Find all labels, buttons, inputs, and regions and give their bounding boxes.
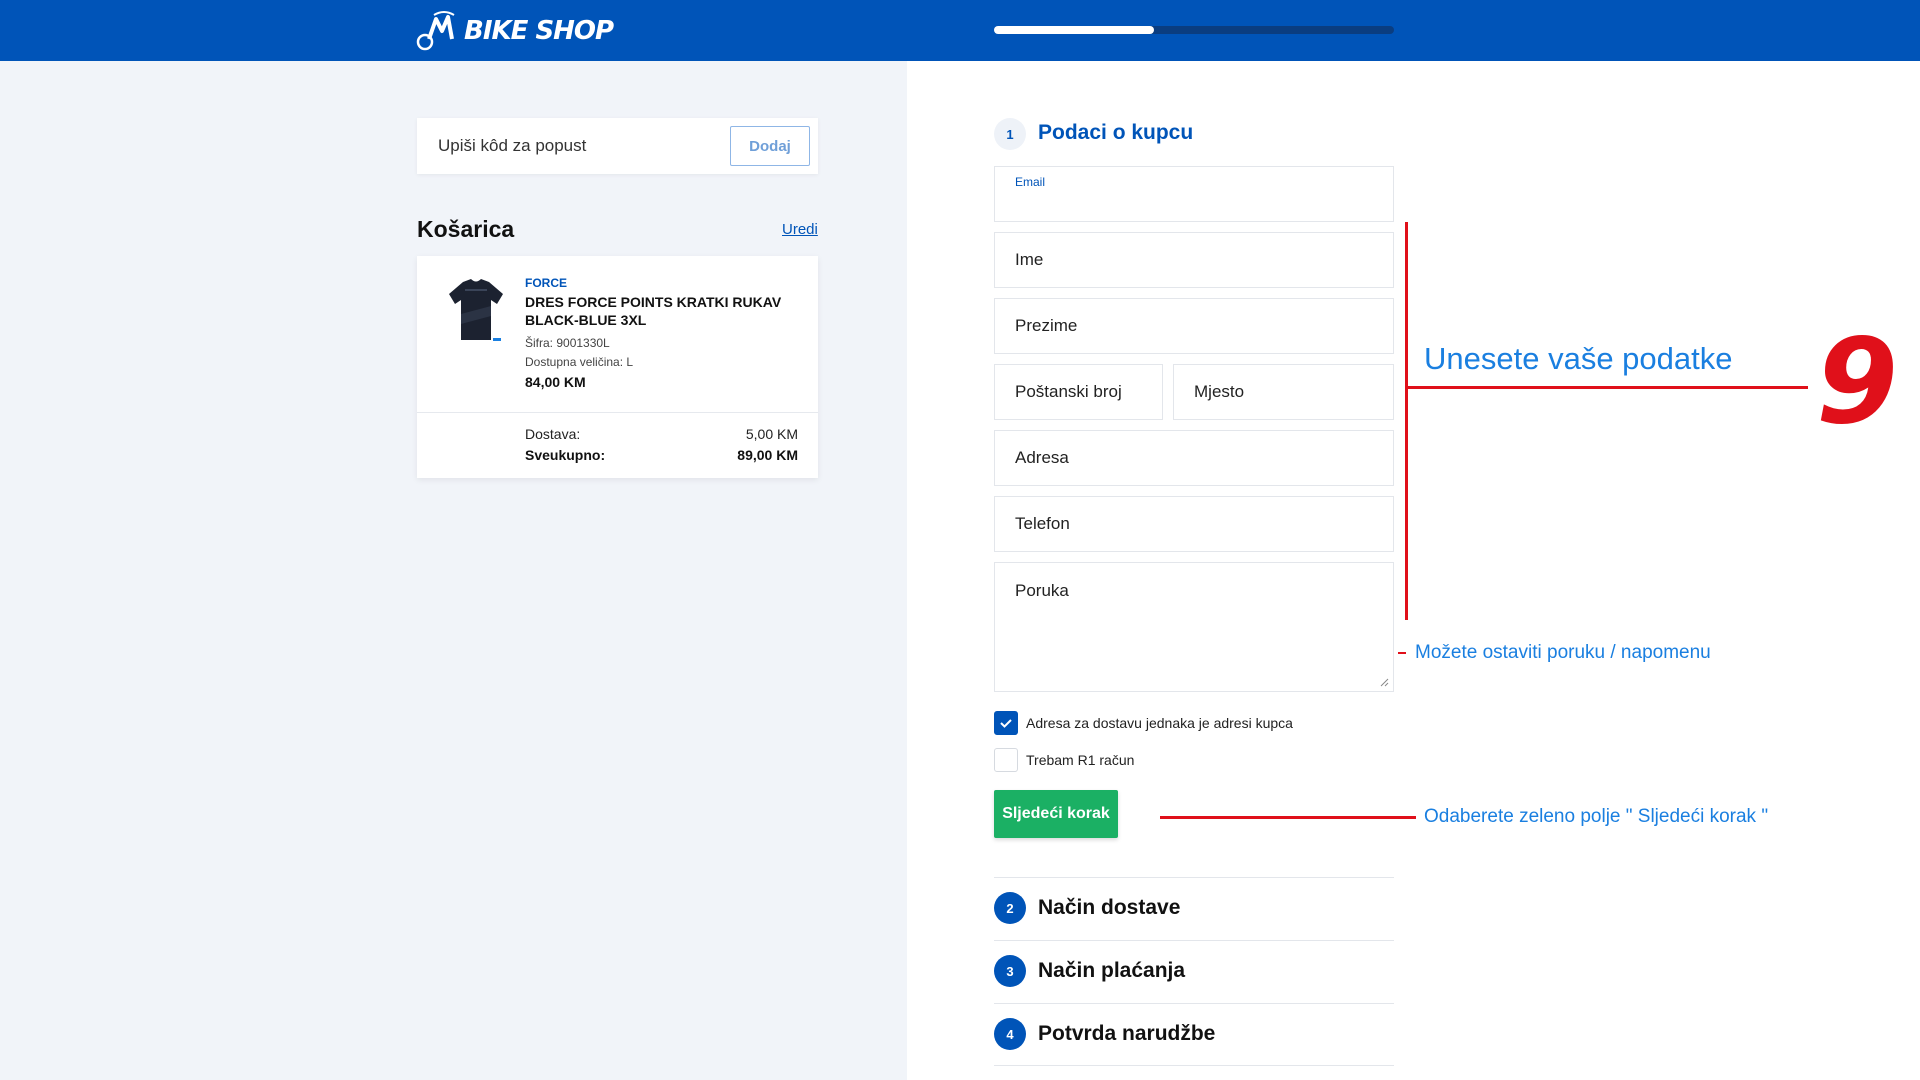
checkout-progress-fill [994, 26, 1154, 34]
cart-item-card: FORCE DRES FORCE POINTS KRATKI RUKAV BLA… [417, 256, 818, 478]
annotation-step-number: 9 [1816, 312, 1899, 450]
r1-invoice-label[interactable]: Trebam R1 račun [1026, 752, 1134, 768]
postal-code-input[interactable] [995, 365, 1162, 419]
step-4-title[interactable]: Potvrda narudžbe [1038, 1022, 1215, 1046]
step-separator [994, 1003, 1394, 1004]
city-input[interactable] [1174, 365, 1393, 419]
shipping-value: 5,00 KM [745, 426, 798, 442]
address-input[interactable] [995, 431, 1393, 485]
coupon-code-input[interactable] [417, 118, 717, 174]
annotation-enter-data: Unesete vaše podatke [1424, 341, 1733, 376]
resize-grip-icon[interactable] [1379, 677, 1389, 687]
total-value: 89,00 KM [737, 447, 798, 463]
step-separator [994, 940, 1394, 941]
jersey-thumbnail[interactable] [445, 276, 507, 346]
city-box [1173, 364, 1394, 420]
top-bar: BIKE SHOP [0, 0, 1920, 61]
annotation-message-tick [1398, 652, 1406, 654]
checkmark-icon [1000, 719, 1012, 728]
last-name-box [994, 298, 1394, 354]
shipping-label: Dostava: [525, 426, 581, 442]
address-box [994, 430, 1394, 486]
step-separator [994, 1065, 1394, 1066]
product-name[interactable]: DRES FORCE POINTS KRATKI RUKAV BLACK-BLU… [525, 293, 795, 329]
edit-cart-link[interactable]: Uredi [782, 221, 818, 238]
r1-invoice-checkbox[interactable] [994, 748, 1018, 772]
step-2-title[interactable]: Način dostave [1038, 896, 1180, 920]
cart-divider [417, 412, 818, 413]
step-separator [994, 877, 1394, 878]
message-box [994, 562, 1394, 692]
step-3-number: 3 [994, 955, 1026, 987]
delivery-same-checkbox[interactable] [994, 711, 1018, 735]
add-coupon-button[interactable]: Dodaj [730, 126, 810, 166]
first-name-input[interactable] [995, 233, 1393, 287]
product-brand: FORCE [525, 276, 567, 290]
last-name-input[interactable] [995, 299, 1393, 353]
step-1-title: Podaci o kupcu [1038, 121, 1194, 144]
order-summary-pane [0, 61, 907, 1080]
message-textarea[interactable] [995, 563, 1393, 691]
annotation-next-note: Odaberete zeleno polje " Sljedeći korak … [1424, 806, 1769, 827]
shop-logo[interactable]: BIKE SHOP [416, 8, 614, 54]
phone-box [994, 496, 1394, 552]
annotation-next-line [1160, 816, 1416, 819]
annotation-pointer-line [1408, 386, 1808, 389]
logo-text: BIKE SHOP [464, 16, 614, 46]
checkout-progress-bar [994, 26, 1394, 34]
step-2-number: 2 [994, 892, 1026, 924]
first-name-box [994, 232, 1394, 288]
cart-title: Košarica [417, 216, 515, 242]
coupon-box: Dodaj [417, 118, 818, 174]
phone-input[interactable] [995, 497, 1393, 551]
step-3-title[interactable]: Način plaćanja [1038, 959, 1185, 983]
total-label: Sveukupno: [525, 447, 606, 463]
annotation-bracket-line [1405, 222, 1408, 620]
next-step-button[interactable]: Sljedeći korak [994, 790, 1118, 838]
product-price: 84,00 KM [525, 374, 586, 390]
postal-code-box [994, 364, 1163, 420]
step-4-number: 4 [994, 1018, 1026, 1050]
step-1-number: 1 [994, 118, 1026, 150]
delivery-same-label[interactable]: Adresa za dostavu jednaka je adresi kupc… [1026, 715, 1293, 731]
bike-logo-icon [416, 11, 455, 51]
annotation-message-note: Možete ostaviti poruku / napomenu [1415, 642, 1711, 663]
email-field-box: Email [994, 166, 1394, 222]
email-label: Email [1015, 175, 1046, 189]
product-size: Dostupna veličina: L [525, 355, 634, 369]
product-sku: Šifra: 9001330L [525, 336, 610, 350]
email-input[interactable] [995, 167, 1393, 221]
